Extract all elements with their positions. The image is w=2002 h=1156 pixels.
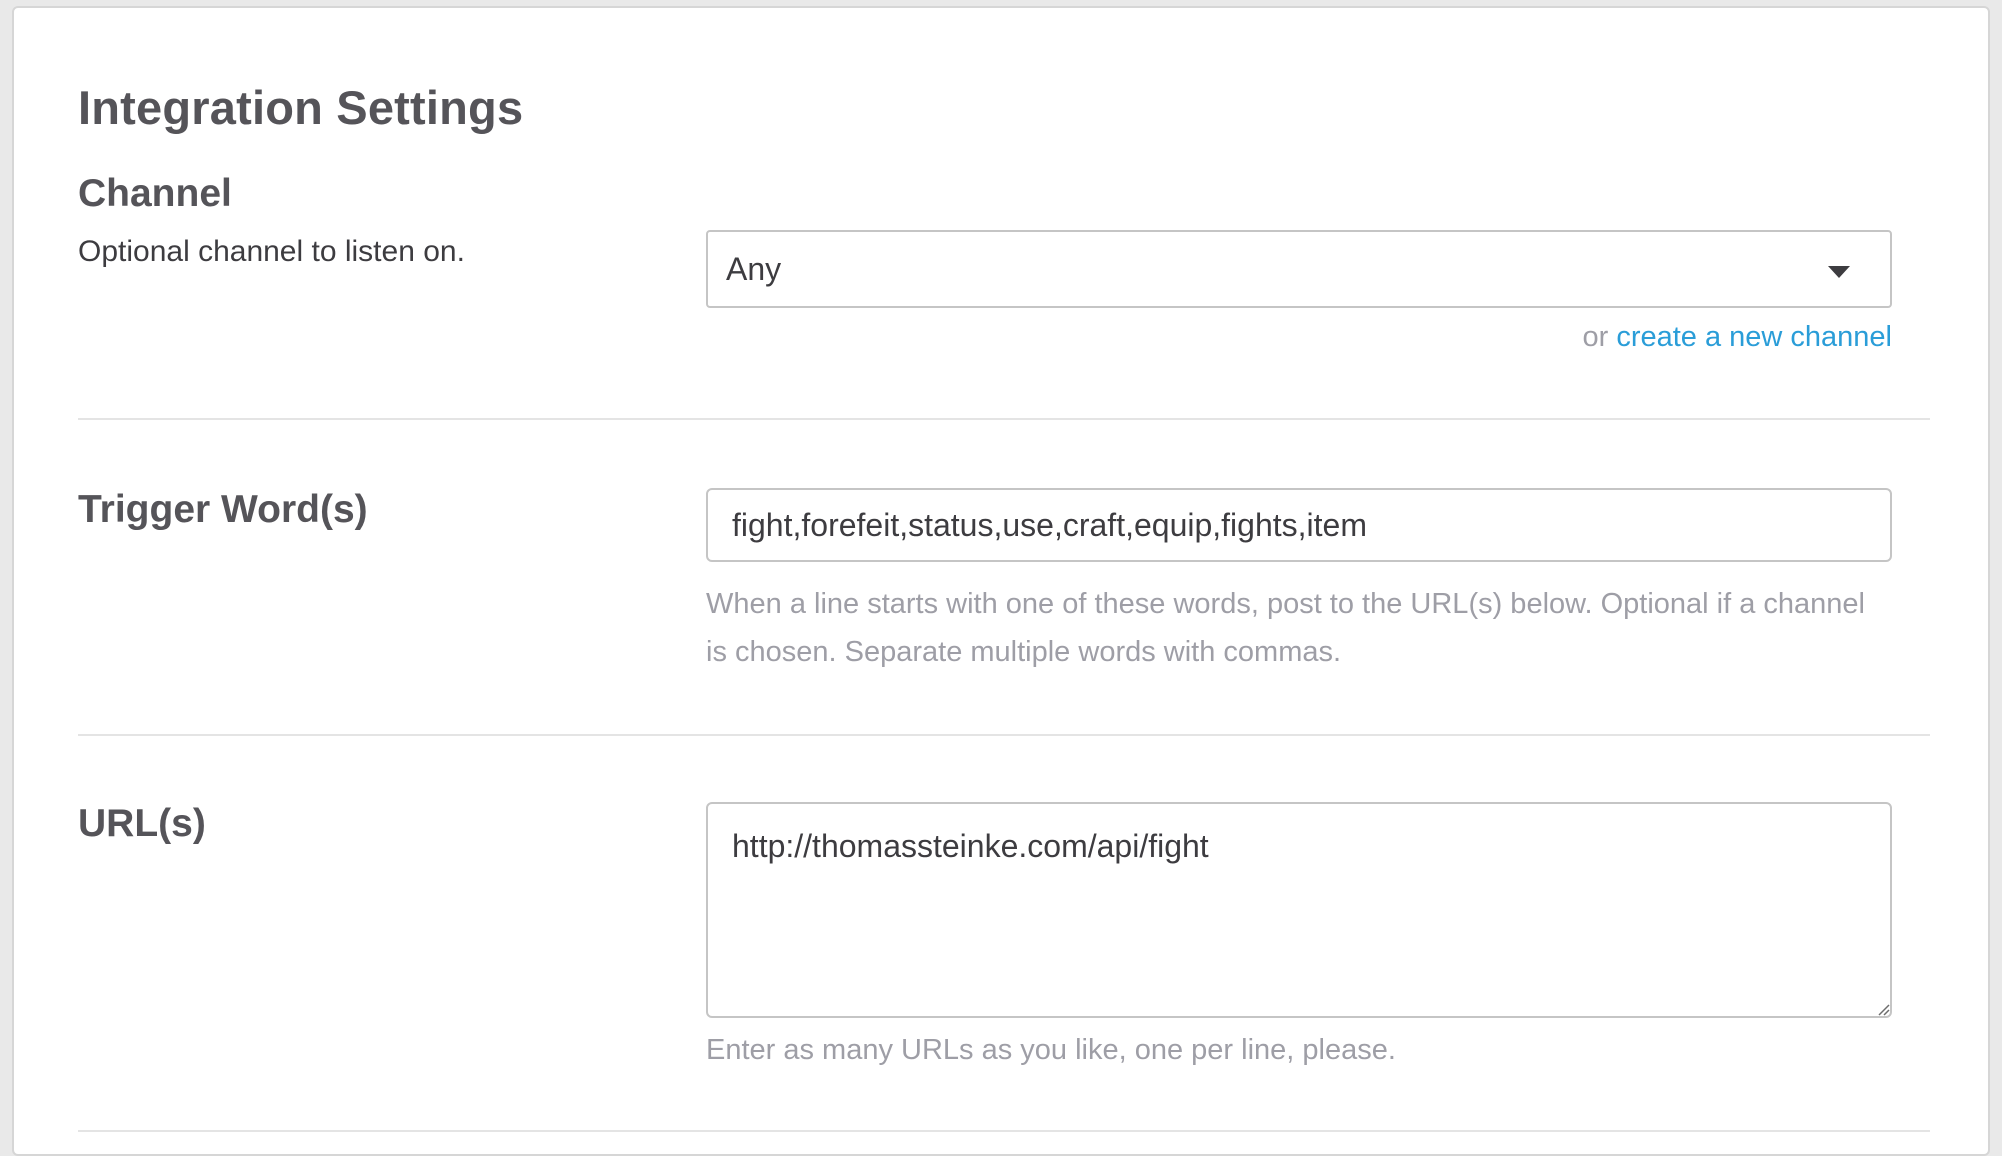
channel-label: Channel bbox=[78, 172, 232, 215]
channel-section: Channel Optional channel to listen on. A… bbox=[78, 168, 1930, 420]
settings-card: Integration Settings Channel Optional ch… bbox=[12, 6, 1990, 1156]
create-channel-prefix: or bbox=[1582, 321, 1609, 353]
channel-select[interactable]: Any bbox=[706, 230, 1892, 308]
trigger-section: Trigger Word(s) When a line starts with … bbox=[78, 420, 1930, 736]
section-divider bbox=[78, 1130, 1930, 1132]
page-title: Integration Settings bbox=[78, 81, 524, 134]
resize-grip-icon[interactable] bbox=[1878, 1004, 1890, 1016]
chevron-down-icon bbox=[1828, 266, 1850, 278]
urls-section: URL(s) http://thomassteinke.com/api/figh… bbox=[78, 736, 1930, 1132]
urls-textarea[interactable]: http://thomassteinke.com/api/fight bbox=[706, 802, 1892, 1018]
channel-select-value: Any bbox=[726, 251, 782, 287]
urls-label: URL(s) bbox=[78, 802, 206, 845]
create-channel-link[interactable]: create a new channel bbox=[1616, 321, 1892, 353]
channel-description: Optional channel to listen on. bbox=[78, 235, 465, 268]
trigger-words-input[interactable] bbox=[706, 488, 1892, 562]
trigger-helper: When a line starts with one of these wor… bbox=[706, 588, 1865, 668]
urls-helper: Enter as many URLs as you like, one per … bbox=[706, 1034, 1396, 1066]
trigger-label: Trigger Word(s) bbox=[78, 488, 368, 531]
create-channel-helper: or create a new channel bbox=[706, 318, 1892, 356]
